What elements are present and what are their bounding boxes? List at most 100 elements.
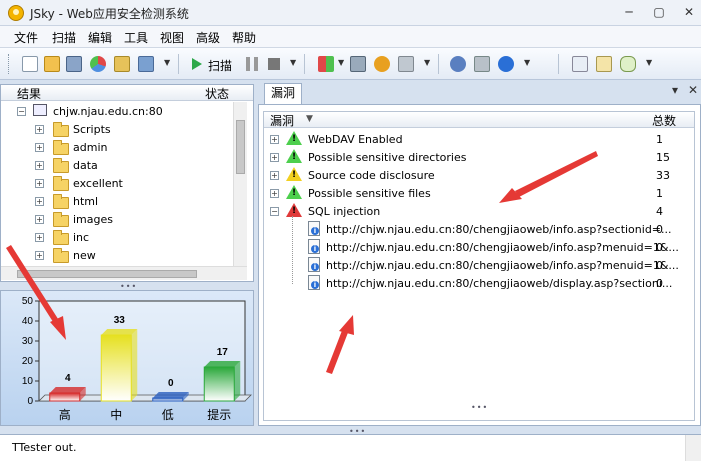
tree-item-inc[interactable]: + inc: [1, 229, 233, 247]
folder-label: Scripts: [73, 123, 111, 136]
close-button[interactable]: ✕: [678, 4, 700, 20]
menu-edit[interactable]: 编辑: [88, 29, 112, 46]
x-tick-label: 中: [110, 407, 122, 422]
scroll-thumb[interactable]: [236, 120, 245, 174]
menu-help[interactable]: 帮助: [232, 29, 256, 46]
warning-red-icon: !: [286, 203, 302, 217]
open-folder-icon[interactable]: [44, 56, 60, 72]
vuln-label: SQL injection: [308, 205, 381, 218]
scan-button[interactable]: 扫描: [208, 57, 232, 74]
chevron-down-icon[interactable]: ▼: [306, 114, 313, 124]
sql-url: http://chjw.njau.edu.cn:80/chengjiaoweb/…: [326, 259, 679, 272]
tree-header: 结果 状态: [1, 85, 253, 101]
menu-tools[interactable]: 工具: [124, 29, 148, 46]
menu-advanced[interactable]: 高级: [196, 29, 220, 46]
sql-url-row[interactable]: http://chjw.njau.edu.cn:80/chengjiaoweb/…: [264, 274, 696, 292]
title-bar: JSky - Web应用安全检测系统 ─ ▢ ✕: [0, 0, 701, 26]
expand-icon[interactable]: +: [35, 161, 44, 170]
column-result[interactable]: 结果: [17, 85, 41, 102]
tree-item-data[interactable]: + data: [1, 157, 233, 175]
warning-green-icon: !: [286, 131, 302, 145]
bar-1: [100, 334, 132, 402]
maximize-button[interactable]: ▢: [648, 4, 670, 20]
tree-item-admin[interactable]: + admin: [1, 139, 233, 157]
report-chart-icon[interactable]: [90, 56, 106, 72]
menu-view[interactable]: 视图: [160, 29, 184, 46]
tree-item-images[interactable]: + images: [1, 211, 233, 229]
list-icon[interactable]: [572, 56, 588, 72]
menu-file[interactable]: 文件: [14, 29, 38, 46]
tools-icon[interactable]: [350, 56, 366, 72]
expand-icon[interactable]: +: [270, 153, 279, 162]
tree-item-scripts[interactable]: + Scripts: [1, 121, 233, 139]
pin-icon[interactable]: ▾: [672, 83, 678, 97]
vuln-row-sensitive-dirs[interactable]: + ! Possible sensitive directories 15: [264, 148, 696, 166]
tree-root[interactable]: − chjw.njau.edu.cn:80: [1, 103, 233, 121]
tree-item-new[interactable]: + new: [1, 247, 233, 265]
expand-icon[interactable]: +: [35, 197, 44, 206]
sql-url-row[interactable]: http://chjw.njau.edu.cn:80/chengjiaoweb/…: [264, 238, 696, 256]
expand-icon[interactable]: +: [35, 233, 44, 242]
tree-horizontal-scrollbar[interactable]: [1, 266, 247, 280]
export-icon[interactable]: [138, 56, 154, 72]
chevron-down-icon[interactable]: ▼: [290, 58, 296, 67]
y-tick-label: 40: [22, 316, 34, 327]
tab-vulnerabilities[interactable]: 漏洞: [264, 83, 302, 104]
expand-icon[interactable]: +: [35, 143, 44, 152]
bar-top-1: [101, 329, 138, 335]
sql-url-row[interactable]: http://chjw.njau.edu.cn:80/chengjiaoweb/…: [264, 256, 696, 274]
pause-icon[interactable]: [246, 57, 258, 71]
document-icon[interactable]: [474, 56, 490, 72]
tree-item-excellent[interactable]: + excellent: [1, 175, 233, 193]
column-vuln[interactable]: 漏洞: [270, 112, 294, 129]
chevron-down-icon[interactable]: ▼: [338, 58, 344, 67]
vuln-row-sensitive-files[interactable]: + ! Possible sensitive files 1: [264, 184, 696, 202]
note-icon[interactable]: [596, 56, 612, 72]
help-icon[interactable]: [450, 56, 466, 72]
warning-yellow-icon: !: [286, 167, 302, 181]
stop-icon[interactable]: [268, 58, 280, 70]
wrench-icon[interactable]: [398, 56, 414, 72]
vuln-row-sql-injection[interactable]: − ! SQL injection 4: [264, 202, 696, 220]
y-tick-label: 0: [27, 396, 33, 407]
new-icon[interactable]: [22, 56, 38, 72]
expand-icon[interactable]: +: [35, 215, 44, 224]
play-icon[interactable]: [192, 58, 202, 70]
vuln-row-source-disclosure[interactable]: + ! Source code disclosure 33: [264, 166, 696, 184]
vuln-row-webdav[interactable]: + ! WebDAV Enabled 1: [264, 130, 696, 148]
panel-close-icon[interactable]: ✕: [688, 83, 698, 97]
minimize-button[interactable]: ─: [618, 4, 640, 20]
comment-icon[interactable]: [620, 56, 636, 72]
splitter-handle[interactable]: •••: [471, 403, 488, 412]
chevron-down-icon[interactable]: ▼: [424, 58, 430, 67]
expand-icon[interactable]: +: [270, 189, 279, 198]
scroll-thumb[interactable]: [17, 270, 197, 278]
chevron-down-icon[interactable]: ▼: [164, 58, 170, 67]
collapse-icon[interactable]: −: [270, 207, 279, 216]
chevron-down-icon[interactable]: ▼: [524, 58, 530, 67]
folder-label: html: [73, 195, 99, 208]
sql-url-row[interactable]: http://chjw.njau.edu.cn:80/chengjiaoweb/…: [264, 220, 696, 238]
expand-icon[interactable]: +: [270, 135, 279, 144]
x-tick-label: 提示: [207, 407, 231, 422]
expand-icon[interactable]: +: [270, 171, 279, 180]
log-scrollbar[interactable]: [685, 435, 701, 461]
expand-icon[interactable]: +: [35, 251, 44, 260]
expand-icon[interactable]: +: [35, 179, 44, 188]
toolbar-grip[interactable]: [8, 54, 11, 74]
lock-icon[interactable]: [114, 56, 130, 72]
expand-icon[interactable]: +: [35, 125, 44, 134]
tree-vertical-scrollbar[interactable]: [233, 102, 247, 266]
gear-icon[interactable]: [374, 56, 390, 72]
warning-green-icon: !: [286, 185, 302, 199]
collapse-icon[interactable]: −: [17, 107, 26, 116]
chevron-down-icon[interactable]: ▼: [646, 58, 652, 67]
info-icon[interactable]: [498, 56, 514, 72]
module-icon[interactable]: [318, 56, 334, 72]
menu-scan[interactable]: 扫描: [52, 29, 76, 46]
column-total[interactable]: 总数: [652, 112, 676, 129]
save-icon[interactable]: [66, 56, 82, 72]
log-output: TTester out.: [0, 434, 701, 461]
tree-item-html[interactable]: + html: [1, 193, 233, 211]
column-status[interactable]: 状态: [205, 85, 229, 102]
